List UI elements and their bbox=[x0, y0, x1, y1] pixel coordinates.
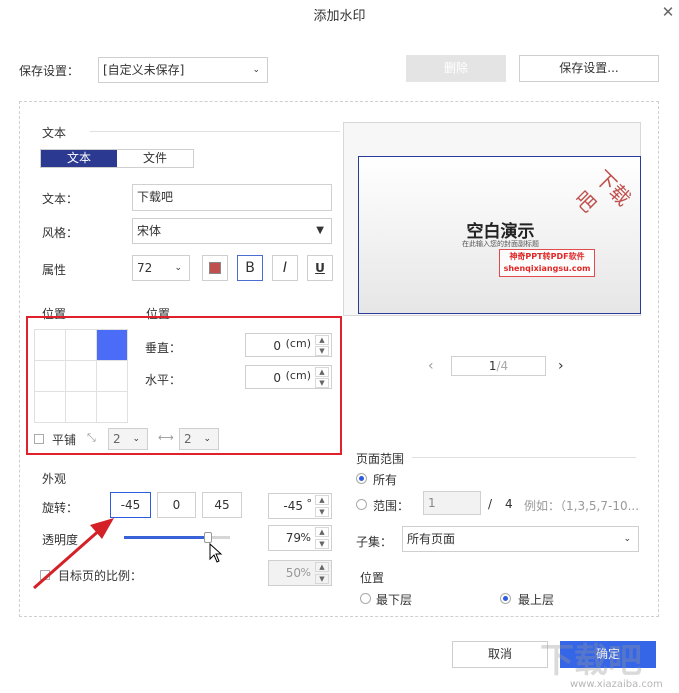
dialog-title: 添加水印 bbox=[313, 9, 366, 24]
preset-select-value: [自定义未保存] bbox=[103, 63, 185, 77]
range-from-value: 1 bbox=[428, 496, 436, 510]
caret-down-icon: ▼ bbox=[316, 225, 324, 236]
range-slash: / bbox=[488, 497, 493, 511]
rotation-spinner[interactable]: -45 ° ▲ ▼ bbox=[268, 493, 332, 519]
font-style-select[interactable]: 宋体 ▼ bbox=[132, 218, 332, 244]
chevron-down-icon: ⌄ bbox=[174, 263, 182, 273]
font-style-value: 宋体 bbox=[137, 224, 162, 238]
layer-bottom-label: 最下层 bbox=[376, 593, 413, 607]
text-label: 文本： bbox=[42, 192, 79, 206]
prev-page-button[interactable]: ‹ bbox=[428, 358, 434, 374]
preview-page: 空白演示 在此输入您的封面副标题 下载吧 神奇PPT转PDF软件 shenqix… bbox=[358, 156, 641, 314]
page-range-heading: 页面范围 bbox=[356, 452, 405, 466]
chevron-down-icon: ⌄ bbox=[623, 534, 631, 544]
scale-value: 50 bbox=[285, 566, 301, 580]
tab-text[interactable]: 文本 bbox=[41, 150, 117, 167]
preview-stamp: 神奇PPT转PDF软件 shenqixiangsu.com bbox=[499, 249, 595, 277]
layer-heading: 位置 bbox=[360, 571, 385, 585]
red-arrow-annotation bbox=[33, 518, 114, 590]
spin-up-icon[interactable]: ▲ bbox=[315, 527, 329, 537]
highlight-box bbox=[26, 316, 342, 455]
subset-select[interactable]: 所有页面 ⌄ bbox=[402, 526, 639, 552]
underline-button[interactable]: U bbox=[307, 255, 333, 281]
chevron-down-icon: ⌄ bbox=[252, 65, 260, 75]
range-total: 4 bbox=[505, 497, 513, 511]
range-all-radio[interactable] bbox=[356, 473, 367, 484]
spin-down-icon[interactable]: ▼ bbox=[315, 539, 329, 549]
rotation-preset-45[interactable]: 45 bbox=[202, 492, 242, 518]
style-label: 风格： bbox=[42, 226, 79, 240]
opacity-value: 79 bbox=[285, 531, 301, 545]
rotation-value: -45 bbox=[283, 499, 303, 513]
divider bbox=[412, 457, 636, 458]
layer-bottom-radio[interactable] bbox=[360, 593, 371, 604]
close-icon[interactable]: ✕ bbox=[660, 4, 676, 20]
site-watermark-url: www.xiazaiba.com bbox=[570, 679, 663, 690]
opacity-slider-fill bbox=[124, 536, 208, 539]
scale-unit: % bbox=[300, 566, 311, 579]
rotation-unit: ° bbox=[306, 497, 313, 510]
range-all-label: 所有 bbox=[373, 473, 398, 487]
appearance-heading: 外观 bbox=[42, 472, 67, 486]
range-from-input[interactable]: 1 bbox=[423, 491, 481, 515]
subset-value: 所有页面 bbox=[407, 532, 456, 546]
range-custom-label: 范围： bbox=[373, 499, 410, 513]
preview-stamp-line1: 神奇PPT转PDF软件 bbox=[509, 252, 585, 261]
opacity-unit: % bbox=[300, 531, 311, 544]
rotation-preset-0[interactable]: 0 bbox=[157, 492, 196, 518]
color-picker-button[interactable] bbox=[202, 255, 228, 281]
mouse-cursor-icon bbox=[209, 543, 223, 563]
layer-top-label: 最上层 bbox=[518, 593, 555, 607]
divider bbox=[90, 131, 340, 132]
spin-up-icon[interactable]: ▲ bbox=[315, 495, 329, 505]
save-settings-button[interactable]: 保存设置... bbox=[519, 55, 659, 82]
font-size-value: 72 bbox=[137, 261, 153, 275]
next-page-button[interactable]: › bbox=[558, 358, 564, 374]
opacity-slider-track[interactable] bbox=[124, 532, 230, 543]
italic-button[interactable]: I bbox=[272, 255, 298, 281]
subset-label: 子集： bbox=[356, 535, 393, 549]
font-size-select[interactable]: 72 ⌄ bbox=[132, 255, 190, 281]
bold-button[interactable]: B bbox=[237, 255, 263, 281]
preview-page-subtitle: 在此输入您的封面副标题 bbox=[462, 240, 539, 248]
preview-stamp-line2: shenqixiangsu.com bbox=[503, 264, 591, 273]
spin-down-icon[interactable]: ▼ bbox=[315, 507, 329, 517]
total-pages: /4 bbox=[496, 359, 509, 373]
opacity-slider-handle[interactable] bbox=[203, 532, 212, 543]
text-section-heading: 文本 bbox=[42, 126, 67, 140]
watermark-text-input[interactable]: 下载吧 bbox=[132, 184, 332, 211]
attribute-label: 属性 bbox=[42, 263, 67, 277]
save-settings-label: 保存设置： bbox=[19, 64, 80, 78]
spin-up-icon[interactable]: ▲ bbox=[315, 562, 329, 572]
tab-file[interactable]: 文件 bbox=[117, 150, 193, 167]
range-custom-radio[interactable] bbox=[356, 499, 367, 510]
color-swatch bbox=[209, 262, 221, 274]
opacity-spinner[interactable]: 79 % ▲ ▼ bbox=[268, 525, 332, 551]
source-tabs: 文本 文件 bbox=[40, 149, 194, 168]
watermark-text-value: 下载吧 bbox=[137, 190, 174, 204]
scale-spinner[interactable]: 50 % ▲ ▼ bbox=[268, 560, 332, 586]
site-watermark-logo: 下载吧 bbox=[540, 641, 642, 681]
preset-select[interactable]: [自定义未保存] ⌄ bbox=[98, 57, 268, 83]
layer-top-radio[interactable] bbox=[500, 593, 511, 604]
delete-button[interactable]: 删除 bbox=[406, 55, 506, 82]
page-indicator[interactable]: 1/4 bbox=[451, 356, 546, 376]
spin-down-icon[interactable]: ▼ bbox=[315, 574, 329, 584]
preview-area: 空白演示 在此输入您的封面副标题 下载吧 神奇PPT转PDF软件 shenqix… bbox=[343, 122, 641, 316]
range-example: 例如：（1,3,5,7-10... bbox=[524, 499, 640, 513]
cancel-button[interactable]: 取消 bbox=[452, 641, 548, 668]
